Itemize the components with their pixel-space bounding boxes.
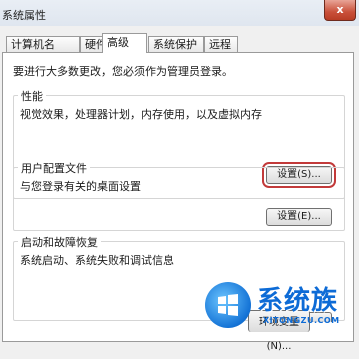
- tab-computer-name[interactable]: 计算机名: [6, 36, 80, 52]
- watermark: 系统族 XITONGZU.COM: [205, 282, 355, 332]
- startup-recovery-title: 启动和故障恢复: [18, 234, 101, 250]
- tab-system-protection[interactable]: 系统保护: [148, 36, 204, 52]
- performance-description: 视觉效果，处理器计划，内存使用，以及虚拟内存: [20, 108, 262, 121]
- startup-recovery-description: 系统启动、系统失败和调试信息: [20, 254, 174, 267]
- user-profiles-title: 用户配置文件: [18, 160, 90, 176]
- window-title: 系统属性: [2, 9, 46, 22]
- watermark-text: 系统族: [257, 286, 339, 316]
- user-profiles-description: 与您登录有关的桌面设置: [20, 180, 141, 193]
- user-profiles-group: 用户配置文件 与您登录有关的桌面设置 设置(E)...: [13, 160, 345, 231]
- watermark-url: XITONGZU.COM: [263, 316, 340, 325]
- tab-advanced[interactable]: 高级: [102, 33, 147, 53]
- title-bar: 系统属性 x: [0, 0, 359, 26]
- admin-notice: 要进行大多数更改，您必须作为管理员登录。: [13, 65, 233, 78]
- close-button[interactable]: x: [324, 0, 356, 21]
- user-profiles-settings-button[interactable]: 设置(E)...: [266, 208, 332, 226]
- tab-remote[interactable]: 远程: [204, 36, 238, 52]
- windows-logo-icon: [205, 282, 251, 328]
- performance-title: 性能: [18, 88, 46, 104]
